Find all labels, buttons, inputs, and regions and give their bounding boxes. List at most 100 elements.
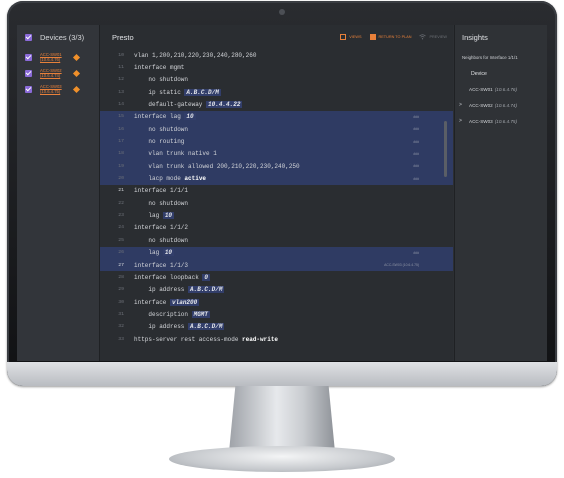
- line-number: 19: [118, 163, 124, 169]
- code-line[interactable]: 15 interface lag 10 ###: [100, 110, 453, 124]
- code-line[interactable]: 22 no shutdown: [100, 197, 453, 209]
- code-line[interactable]: 33 https-server rest access-mode read-wri…: [100, 333, 453, 345]
- device-item[interactable]: ACC-SW02 (10.6.4.74): [17, 65, 99, 81]
- code-value: MGMT: [191, 310, 211, 318]
- insights-title: Insights: [462, 32, 488, 42]
- code-value: 10: [184, 113, 196, 121]
- code-value: vlan200: [170, 298, 200, 306]
- line-number: 24: [118, 225, 124, 231]
- device-column-header: Device: [471, 71, 487, 77]
- code-line[interactable]: 20 lacp mode active ###: [100, 172, 453, 185]
- code-value: read-write: [242, 335, 279, 343]
- neighbor-name: ACC-SW02: [469, 102, 493, 108]
- code-text: ip address: [134, 286, 189, 294]
- device-checkbox[interactable]: [25, 69, 32, 77]
- neighbor-name: ACC-SW01: [469, 86, 493, 92]
- code-line[interactable]: 11 interface mgmt: [100, 61, 453, 73]
- neighbor-row[interactable]: ACC-SW01 (10.6.4.76): [455, 81, 547, 97]
- views-icon: [340, 34, 347, 40]
- editor-scrollbar[interactable]: [444, 121, 447, 177]
- code-value: A.B.C.D/M: [188, 323, 225, 331]
- line-number: 27: [118, 262, 124, 268]
- neighbor-row[interactable]: > ACC-SW02 (10.6.4.74): [455, 97, 547, 113]
- line-number: 28: [118, 274, 124, 280]
- code-line[interactable]: 27 interface 1/1/3 ACC-SW03 (10.6.4.75): [100, 258, 453, 272]
- chevron-right-icon: >: [459, 118, 462, 124]
- code-text: vlan 1,200,210,220,230,240,280,260: [134, 51, 257, 59]
- code-line[interactable]: 13 ip static A.B.C.D/M: [100, 86, 453, 98]
- code-text: interface loopback: [134, 273, 203, 281]
- return-icon: [369, 34, 376, 40]
- line-number: 12: [118, 77, 124, 83]
- line-number: 21: [118, 188, 124, 194]
- line-number: 22: [118, 200, 124, 206]
- warning-diamond-icon: [72, 53, 81, 61]
- code-line[interactable]: 28 interface loopback 0: [100, 271, 453, 283]
- neighbor-name: ACC-SW03: [469, 118, 493, 124]
- code-line[interactable]: 23 lag 10: [100, 209, 453, 221]
- line-annotation: ###: [413, 250, 419, 255]
- code-value: active: [184, 175, 207, 183]
- code-text: interface lag: [134, 113, 185, 121]
- neighbor-ip: (10.6.4.74): [494, 102, 517, 108]
- line-annotation: ###: [413, 176, 419, 181]
- warning-diamond-icon: [72, 69, 81, 77]
- code-line[interactable]: 18 vlan trunk native 1 ###: [100, 147, 453, 161]
- code-line[interactable]: 29 ip address A.B.C.D/M: [100, 284, 453, 296]
- device-item[interactable]: ACC-SW01 (10.6.4.76): [17, 49, 99, 65]
- code-line[interactable]: 16 no shutdown ###: [100, 123, 453, 136]
- select-all-checkbox[interactable]: [25, 33, 32, 41]
- code-line[interactable]: 30 interface vlan200: [100, 296, 453, 308]
- code-text: lacp mode: [134, 175, 185, 183]
- line-annotation: ###: [413, 114, 419, 119]
- return-to-plan-button[interactable]: RETURN TO PLAN: [369, 34, 411, 40]
- code-text: https-server rest access-mode: [134, 335, 243, 343]
- line-annotation: ###: [413, 151, 419, 156]
- code-line[interactable]: 25 no shutdown: [100, 234, 453, 246]
- line-number: 33: [118, 336, 124, 342]
- code-line[interactable]: 14 default-gateway 10.4.4.22: [100, 98, 453, 110]
- device-link[interactable]: ACC-SW02 (10.6.4.74): [40, 68, 70, 78]
- code-text: ip address: [134, 323, 189, 331]
- code-value: A.B.C.D/M: [184, 88, 221, 96]
- preview-button[interactable]: PREVIEW: [419, 33, 447, 41]
- code-line[interactable]: 32 ip address A.B.C.D/M: [100, 321, 453, 333]
- config-editor: Presto VIEWS RETURN TO PLAN PREVIEW 10 v…: [100, 25, 453, 361]
- code-text: ip static: [134, 88, 185, 96]
- code-value: 0: [202, 273, 211, 281]
- views-button[interactable]: VIEWS: [340, 34, 362, 40]
- device-checkbox[interactable]: [25, 53, 32, 61]
- code-line[interactable]: 12 no shutdown: [100, 74, 453, 86]
- code-value: 10.4.4.22: [206, 101, 243, 109]
- code-area[interactable]: 10 vlan 1,200,210,220,230,240,280,260 11 in…: [100, 49, 453, 345]
- device-link[interactable]: ACC-SW01 (10.6.4.76): [40, 52, 70, 62]
- editor-title: Presto: [112, 32, 134, 42]
- code-line[interactable]: 21 interface 1/1/1: [100, 185, 453, 197]
- line-annotation: ###: [413, 127, 419, 132]
- device-checkbox[interactable]: [25, 85, 32, 93]
- code-line[interactable]: 24 interface 1/1/2: [100, 222, 453, 234]
- line-annotation: ###: [413, 164, 419, 169]
- wifi-icon: [419, 33, 427, 41]
- line-number: 30: [118, 299, 124, 305]
- line-number: 29: [118, 287, 124, 293]
- line-number: 23: [118, 213, 124, 219]
- code-line[interactable]: 10 vlan 1,200,210,220,230,240,280,260: [100, 49, 453, 61]
- monitor-chin: [7, 362, 557, 386]
- line-number: 18: [118, 151, 124, 157]
- code-line[interactable]: 26 lag 10 ###: [100, 246, 453, 259]
- neighbor-ip: (10.6.4.75): [494, 118, 517, 124]
- code-text: no routing: [134, 138, 185, 146]
- monitor-stand-neck: [229, 386, 335, 452]
- line-annotation: ###: [413, 139, 419, 144]
- webcam: [279, 9, 285, 15]
- neighbor-row[interactable]: > ACC-SW03 (10.6.4.75): [455, 113, 547, 129]
- neighbor-ip: (10.6.4.76): [494, 86, 517, 92]
- code-line[interactable]: 19 vlan trunk allowed 200,210,220,230,24…: [100, 160, 453, 173]
- code-line[interactable]: 31 description MGMT: [100, 308, 453, 320]
- device-link[interactable]: ACC-SW03 (10.6.4.75): [40, 84, 70, 94]
- line-number: 32: [118, 324, 124, 330]
- device-item[interactable]: ACC-SW03 (10.6.4.75): [17, 81, 99, 97]
- line-number: 16: [118, 126, 124, 132]
- code-line[interactable]: 17 no routing ###: [100, 135, 453, 148]
